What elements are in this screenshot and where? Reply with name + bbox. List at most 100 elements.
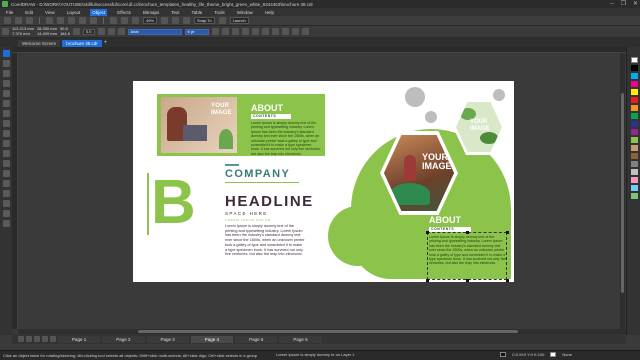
menu-window[interactable]: Window	[235, 9, 255, 16]
swatch-light-grey[interactable]	[631, 169, 638, 175]
parallel-dimension-icon[interactable]	[2, 150, 10, 157]
transparency-tool-icon[interactable]	[2, 180, 10, 187]
smart-fill-icon[interactable]	[2, 210, 10, 217]
tagline-text[interactable]: LOREM IPSUM DOLOR	[225, 218, 271, 222]
edit-text-icon[interactable]	[281, 28, 289, 35]
rectangle-tool-icon[interactable]	[2, 110, 10, 117]
save-icon[interactable]	[26, 17, 33, 24]
text-properties-icon[interactable]	[271, 28, 279, 35]
accent-line[interactable]	[147, 173, 149, 235]
company-name[interactable]: COMPANY	[225, 168, 290, 180]
brand-letter[interactable]: B	[151, 172, 196, 234]
text-tool-icon[interactable]	[2, 140, 10, 147]
full-screen-icon[interactable]	[161, 17, 169, 24]
last-page-icon[interactable]	[42, 336, 48, 342]
new-icon[interactable]	[4, 17, 11, 24]
menu-bitmaps[interactable]: Bitmaps	[141, 9, 161, 16]
decorative-circle[interactable]	[493, 89, 505, 101]
connector-tool-icon[interactable]	[2, 160, 10, 167]
minimize-button[interactable]: –	[610, 0, 613, 8]
swatch-cyan[interactable]	[631, 73, 638, 79]
swatch-red[interactable]	[631, 97, 638, 103]
swatch-lime[interactable]	[631, 137, 638, 143]
page-tab-5[interactable]: Page 5	[235, 335, 278, 343]
close-button[interactable]: ✕	[633, 0, 638, 8]
vertical-scroll-thumb[interactable]	[621, 93, 624, 293]
bold-icon[interactable]	[211, 28, 219, 35]
mirror-vertical-icon[interactable]	[107, 28, 115, 35]
menu-edit[interactable]: Edit	[23, 9, 35, 16]
selection-handle[interactable]	[426, 279, 429, 282]
about-title-bottom[interactable]: ABOUT	[429, 215, 461, 225]
swatch-mint[interactable]	[631, 193, 638, 199]
contents-label-top[interactable]: CONTENTS	[251, 114, 291, 119]
horizontal-scroll-thumb[interactable]	[138, 330, 518, 333]
page-tab-6[interactable]: Page 6	[279, 335, 322, 343]
swatch-sky-blue[interactable]	[631, 185, 638, 191]
first-page-icon[interactable]	[18, 336, 24, 342]
mirror-horizontal-icon[interactable]	[97, 28, 105, 35]
horizontal-text-icon[interactable]	[291, 28, 299, 35]
eyedropper-icon[interactable]	[2, 190, 10, 197]
menu-effects[interactable]: Effects	[115, 9, 133, 16]
swatch-orange[interactable]	[631, 105, 638, 111]
swatch-blue[interactable]	[631, 121, 638, 127]
swatch-green[interactable]	[631, 113, 638, 119]
cut-icon[interactable]	[46, 17, 53, 24]
green-blob-circle[interactable]	[328, 206, 388, 266]
page-tab-3[interactable]: Page 3	[146, 335, 189, 343]
selection-handle[interactable]	[466, 279, 469, 282]
swatch-pink[interactable]	[631, 177, 638, 183]
menu-tools[interactable]: Tools	[212, 9, 227, 16]
tab-brochure-38[interactable]: brochure 38.cdr	[62, 40, 102, 47]
menu-object[interactable]: Object	[90, 8, 108, 16]
next-page-icon[interactable]	[34, 336, 40, 342]
company-underline[interactable]	[225, 182, 299, 183]
menu-file[interactable]: File	[4, 9, 15, 16]
headline-body-text[interactable]: Lorem Ipsum is simply dummy text of the …	[225, 224, 305, 257]
selection-handle[interactable]	[506, 231, 509, 234]
zoom-tool-icon[interactable]	[2, 80, 10, 87]
underline-icon[interactable]	[231, 28, 239, 35]
bullet-list-icon[interactable]	[251, 28, 259, 35]
text-type-icon[interactable]	[117, 28, 125, 35]
menu-table[interactable]: Table	[189, 9, 204, 16]
import-icon[interactable]	[110, 17, 117, 24]
page-tab-4[interactable]: Page 4	[190, 335, 234, 343]
ellipse-tool-icon[interactable]	[2, 120, 10, 127]
freehand-tool-icon[interactable]	[2, 90, 10, 97]
swatch-grey[interactable]	[631, 161, 638, 167]
selection-box[interactable]	[427, 232, 507, 280]
swatch-yellow[interactable]	[631, 89, 638, 95]
y-position-field[interactable]: 7.376 mm	[12, 31, 34, 37]
selection-handle[interactable]	[426, 231, 429, 234]
brochure-page[interactable]: YOUR IMAGE ABOUT CONTENTS Lorem Ipsum is…	[133, 81, 514, 282]
subheadline-text[interactable]: SPACE HERE	[225, 211, 268, 216]
shape-tool-icon[interactable]	[2, 60, 10, 67]
launch-dropdown[interactable]: Launch	[229, 17, 249, 24]
font-size-dropdown[interactable]: 6 pt	[184, 28, 209, 35]
snap-to-dropdown[interactable]: Snap To	[194, 17, 215, 24]
prev-page-icon[interactable]	[26, 336, 32, 342]
selection-handle[interactable]	[506, 279, 509, 282]
add-page-icon[interactable]	[50, 336, 56, 342]
interactive-fill-icon[interactable]	[2, 200, 10, 207]
pick-tool-icon[interactable]	[2, 50, 10, 57]
decorative-circle[interactable]	[405, 87, 425, 107]
page-tab-1[interactable]: Page 1	[58, 335, 101, 343]
swatch-white[interactable]	[631, 57, 638, 63]
drop-shadow-icon[interactable]	[2, 170, 10, 177]
artistic-media-icon[interactable]	[2, 100, 10, 107]
grid-icon[interactable]	[183, 17, 191, 24]
page-tab-2[interactable]: Page 2	[102, 335, 145, 343]
publish-pdf-icon[interactable]	[132, 17, 139, 24]
company-accent-bar[interactable]	[225, 164, 239, 166]
undo-icon[interactable]	[79, 17, 86, 24]
selection-handle[interactable]	[466, 231, 469, 234]
menu-help[interactable]: Help	[263, 9, 276, 16]
rotation-field[interactable]: 0.0	[82, 28, 95, 35]
height-field[interactable]: 14.409 mm	[37, 31, 57, 37]
swatch-brown[interactable]	[631, 153, 638, 159]
vertical-text-icon[interactable]	[301, 28, 309, 35]
about-title-top[interactable]: ABOUT	[251, 103, 283, 113]
